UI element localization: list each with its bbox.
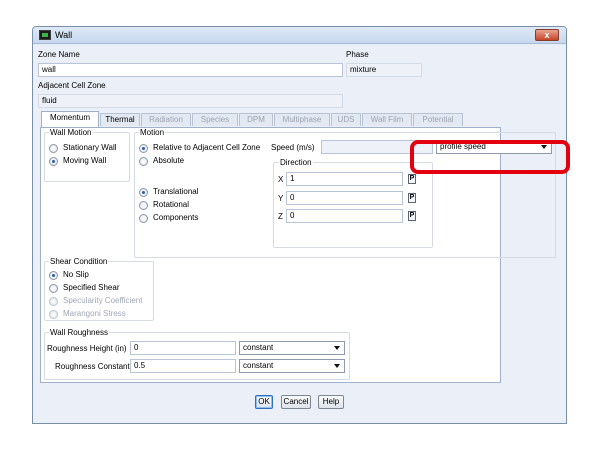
absolute-label: Absolute — [153, 156, 185, 165]
roughness-height-method-value: constant — [243, 343, 274, 352]
specified-shear-radio[interactable] — [49, 284, 58, 293]
annotation-highlight-box — [410, 140, 570, 174]
relative-to-adjacent-label: Relative to Adjacent Cell Zone — [153, 143, 261, 152]
tab-dpm[interactable]: DPM — [239, 113, 273, 126]
close-icon: x — [544, 30, 550, 40]
tab-potential[interactable]: Potential — [413, 113, 463, 126]
tab-wall-film[interactable]: Wall Film — [362, 113, 412, 126]
x-label: X — [278, 175, 284, 184]
no-slip-radio[interactable] — [49, 271, 58, 280]
app-icon — [39, 30, 51, 40]
z-input[interactable]: 0 — [286, 209, 403, 223]
y-input[interactable]: 0 — [286, 191, 403, 205]
roughness-constant-label: Roughness Constant — [55, 362, 130, 371]
roughness-constant-input[interactable]: 0.5 — [130, 359, 236, 373]
adjacent-cell-zone-field: fluid — [38, 94, 343, 108]
tab-multiphase[interactable]: Multiphase — [274, 113, 330, 126]
roughness-constant-method-value: constant — [243, 361, 274, 370]
tab-uds[interactable]: UDS — [331, 113, 361, 126]
help-button[interactable]: Help — [318, 395, 344, 409]
title-bar[interactable]: Wall x — [33, 27, 566, 44]
roughness-constant-method-dropdown[interactable]: constant — [239, 359, 345, 373]
tab-thermal[interactable]: Thermal — [100, 113, 140, 126]
motion-title: Motion — [139, 128, 166, 137]
stationary-wall-label: Stationary Wall — [63, 143, 117, 152]
moving-wall-label: Moving Wall — [63, 156, 107, 165]
translational-label: Translational — [153, 187, 199, 196]
zone-name-input[interactable]: wall — [38, 63, 343, 77]
z-label: Z — [278, 212, 283, 221]
tab-species[interactable]: Species — [192, 113, 238, 126]
wall-dialog: Wall x Zone Name wall Phase mixture Adja… — [32, 26, 567, 424]
y-profile-button[interactable]: P — [408, 193, 416, 203]
chevron-down-icon — [334, 346, 340, 350]
chevron-down-icon — [334, 364, 340, 368]
zone-name-label: Zone Name — [38, 50, 80, 59]
tab-momentum[interactable]: Momentum — [41, 111, 99, 127]
tab-radiation[interactable]: Radiation — [141, 113, 191, 126]
marangoni-stress-radio[interactable] — [49, 310, 58, 319]
roughness-height-label: Roughness Height (in) — [47, 344, 127, 353]
specularity-coefficient-label: Specularity Coefficient — [63, 296, 143, 305]
phase-label: Phase — [346, 50, 369, 59]
wall-motion-title: Wall Motion — [49, 128, 93, 137]
roughness-height-method-dropdown[interactable]: constant — [239, 341, 345, 355]
specified-shear-label: Specified Shear — [63, 283, 120, 292]
dialog-body: Zone Name wall Phase mixture Adjacent Ce… — [33, 45, 566, 423]
components-radio[interactable] — [139, 214, 148, 223]
stationary-wall-radio[interactable] — [49, 144, 58, 153]
specularity-coefficient-radio[interactable] — [49, 297, 58, 306]
y-label: Y — [278, 194, 284, 203]
moving-wall-radio[interactable] — [49, 157, 58, 166]
z-profile-button[interactable]: P — [408, 211, 416, 221]
rotational-radio[interactable] — [139, 201, 148, 210]
x-input[interactable]: 1 — [286, 172, 403, 186]
x-profile-button[interactable]: P — [408, 174, 416, 184]
marangoni-stress-label: Marangoni Stress — [63, 309, 126, 318]
close-button[interactable]: x — [535, 29, 559, 41]
speed-label: Speed (m/s) — [271, 143, 315, 152]
shear-condition-title: Shear Condition — [49, 257, 109, 266]
roughness-height-input[interactable]: 0 — [130, 341, 236, 355]
cancel-button[interactable]: Cancel — [281, 395, 311, 409]
rotational-label: Rotational — [153, 200, 190, 209]
no-slip-label: No Slip — [63, 270, 89, 279]
ok-button[interactable]: OK — [255, 395, 273, 409]
direction-title: Direction — [279, 158, 313, 167]
translational-radio[interactable] — [139, 188, 148, 197]
components-label: Components — [153, 213, 199, 222]
adjacent-cell-zone-label: Adjacent Cell Zone — [38, 81, 106, 90]
phase-field: mixture — [346, 63, 422, 77]
absolute-radio[interactable] — [139, 157, 148, 166]
window-title: Wall — [55, 30, 73, 40]
relative-to-adjacent-radio[interactable] — [139, 144, 148, 153]
wall-roughness-title: Wall Roughness — [49, 328, 109, 337]
